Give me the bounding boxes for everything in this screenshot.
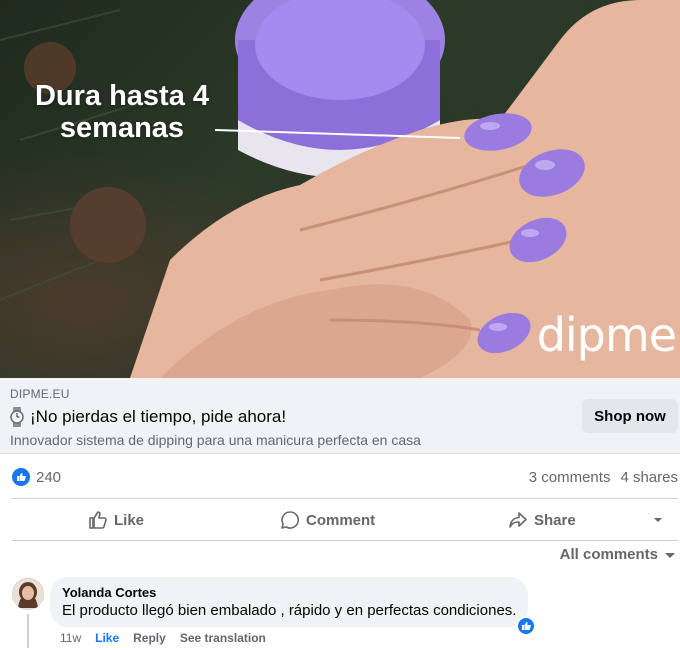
comment-author[interactable]: Yolanda Cortes xyxy=(62,585,516,601)
share-arrow-icon xyxy=(509,512,527,528)
share-button-label: Share xyxy=(534,511,576,529)
watch-icon xyxy=(10,407,24,427)
like-button[interactable]: Like xyxy=(88,504,144,536)
share-options-dropdown[interactable] xyxy=(652,510,664,535)
shop-now-button[interactable]: Shop now xyxy=(582,399,678,433)
comments-filter-dropdown[interactable]: All comments xyxy=(560,546,676,563)
ad-headline-line1: Dura hasta 4 xyxy=(34,80,210,112)
comment-bubble-icon xyxy=(281,511,299,529)
link-title-text: ¡No pierdas el tiempo, pide ahora! xyxy=(30,407,287,426)
comment-actions: 11w Like Reply See translation xyxy=(60,631,266,645)
comment-button-label: Comment xyxy=(306,511,376,529)
divider xyxy=(12,540,678,541)
like-button-label: Like xyxy=(114,511,145,529)
thumbs-up-icon xyxy=(89,511,107,529)
divider xyxy=(12,498,678,499)
link-description: Innovador sistema de dipping para una ma… xyxy=(10,432,421,448)
comment-reply-link[interactable]: Reply xyxy=(133,631,166,645)
link-title[interactable]: ¡No pierdas el tiempo, pide ahora! xyxy=(10,407,286,427)
like-reaction-count[interactable]: 240 xyxy=(12,468,61,486)
ad-headline: Dura hasta 4 semanas xyxy=(22,80,222,144)
comment-like-link[interactable]: Like xyxy=(95,631,119,645)
shares-count[interactable]: 4 shares xyxy=(620,469,678,486)
caret-down-icon xyxy=(654,518,662,522)
ad-headline-line2: semanas xyxy=(59,112,185,144)
like-count: 240 xyxy=(36,468,62,486)
reply-thread-line xyxy=(27,614,29,648)
comment-like-reaction-icon[interactable] xyxy=(516,616,537,636)
like-reaction-icon xyxy=(12,468,30,486)
comment-text: El producto llegó bien embalado , rápido… xyxy=(62,602,517,619)
see-translation-link[interactable]: See translation xyxy=(180,631,266,645)
link-preview[interactable]: DIPME.EU ¡No pierdas el tiempo, pide aho… xyxy=(0,378,680,454)
reactions-summary: 240 3 comments 4 shares xyxy=(0,456,680,498)
post-actions: Like Comment Share xyxy=(0,500,680,540)
comments-filter-label: All comments xyxy=(559,546,658,563)
avatar[interactable] xyxy=(12,578,44,610)
ad-image[interactable]: Dura hasta 4 semanas dipme xyxy=(0,0,680,378)
comments-count[interactable]: 3 comments xyxy=(529,469,611,486)
comment-age[interactable]: 11w xyxy=(60,631,81,645)
caret-down-icon xyxy=(665,552,675,558)
brand-logo: dipme xyxy=(536,308,677,362)
comment-bubble: Yolanda Cortes El producto llegó bien em… xyxy=(50,577,537,636)
link-domain: DIPME.EU xyxy=(10,387,70,401)
share-button[interactable]: Share xyxy=(508,504,576,536)
comment-button[interactable]: Comment xyxy=(280,504,375,536)
